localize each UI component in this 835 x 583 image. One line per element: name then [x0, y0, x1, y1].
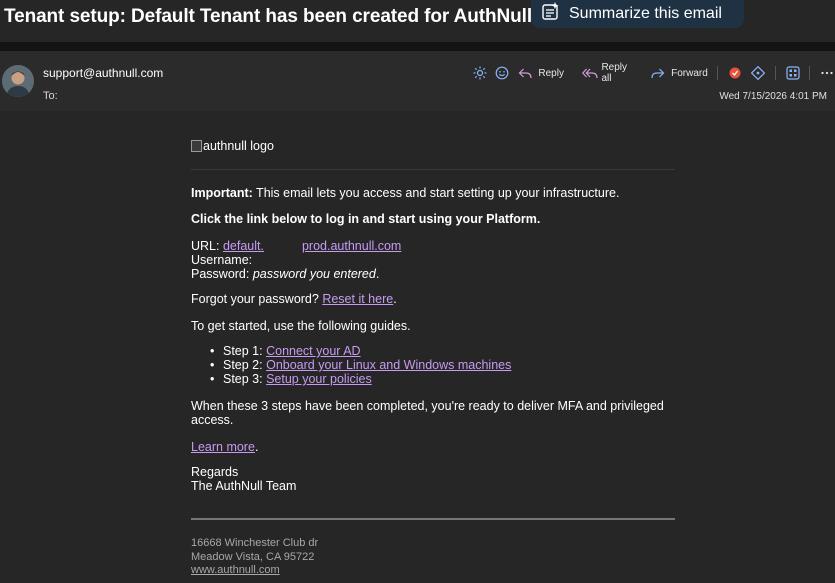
header-divider — [0, 42, 835, 51]
authnull-logo: authnull logo — [191, 139, 274, 153]
logo-alt-text: authnull logo — [203, 139, 274, 153]
website-link[interactable]: www.authnull.com — [191, 563, 280, 577]
message-body: authnull logo Important: This email lets… — [0, 111, 835, 583]
summarize-icon — [541, 2, 569, 26]
to-label: To: — [43, 90, 58, 102]
list-item: Step 3: Setup your policies — [210, 372, 511, 386]
reply-all-button[interactable]: Reply all — [601, 62, 638, 84]
forgot-password-line: Forgot your password? Reset it here. — [191, 292, 397, 306]
reset-password-link[interactable]: Reset it here — [322, 292, 393, 306]
sender-address[interactable]: support@authnull.com — [43, 66, 163, 80]
received-date: Wed 7/15/2026 4:01 PM — [719, 91, 827, 102]
toolbar-divider-2 — [774, 66, 776, 80]
team-signature: The AuthNull Team — [191, 479, 297, 493]
forward-button[interactable]: Forward — [671, 68, 708, 79]
reply-button[interactable]: Reply — [538, 68, 564, 79]
getting-started-text: To get started, use the following guides… — [191, 319, 411, 333]
apps-icon[interactable] — [785, 65, 801, 81]
tenant-url-link-domain[interactable]: prod.authnull.com — [302, 239, 401, 253]
broken-image-icon — [191, 140, 202, 152]
connect-ad-link[interactable]: Connect your AD — [266, 344, 361, 358]
completed-line-2: access. — [191, 413, 234, 427]
important-label: Important: — [191, 186, 253, 200]
reply-icon[interactable] — [517, 65, 533, 81]
more-options-icon[interactable] — [819, 65, 835, 81]
reply-all-icon[interactable] — [581, 65, 598, 81]
toolbar-divider — [716, 66, 718, 80]
summarize-email-button[interactable]: Summarize this email — [531, 0, 744, 28]
password-line: Password: password you entered. — [191, 267, 380, 281]
url-label: URL: — [191, 239, 223, 253]
summarize-label: Summarize this email — [569, 5, 722, 22]
address-line-2: Meadow Vista, CA 95722 — [191, 551, 315, 563]
important-text: This email lets you access and start set… — [252, 186, 620, 200]
url-line: URL: default. prod.authnull.com — [191, 239, 401, 253]
footer-divider — [191, 518, 675, 520]
learn-more-line: Learn more. — [191, 440, 259, 454]
emoji-icon[interactable] — [494, 65, 510, 81]
email-subject: Tenant setup: Default Tenant has been cr… — [4, 6, 533, 27]
click-instruction: Click the link below to log in and start… — [191, 212, 541, 226]
setup-policies-link[interactable]: Setup your policies — [266, 372, 372, 386]
password-value: password you entered — [252, 267, 376, 281]
username-line: Username: — [191, 253, 253, 267]
toolbar-divider-3 — [809, 66, 811, 80]
steps-list: Step 1: Connect your AD Step 2: Onboard … — [210, 344, 511, 386]
important-paragraph: Important: This email lets you access an… — [191, 186, 619, 200]
message-toolbar: Reply Reply all Forward — [472, 62, 835, 84]
onboard-machines-link[interactable]: Onboard your Linux and Windows machines — [266, 358, 511, 372]
addin-icon[interactable] — [727, 65, 743, 81]
address-line-1: 16668 Winchester Club dr — [191, 537, 319, 549]
forgot-text: Forgot your password? — [191, 292, 323, 306]
sender-avatar[interactable] — [2, 65, 34, 97]
message-header: support@authnull.com To: Reply Reply all… — [0, 51, 835, 111]
tenant-url-link[interactable]: default. — [223, 239, 264, 253]
completed-line-1: When these 3 steps have been completed, … — [191, 399, 664, 413]
tag-icon[interactable] — [750, 65, 766, 81]
list-item: Step 1: Connect your AD — [210, 344, 511, 358]
password-label: Password: — [191, 267, 253, 281]
subject-bar: Tenant setup: Default Tenant has been cr… — [0, 0, 835, 42]
regards-text: Regards — [191, 465, 239, 479]
learn-more-link[interactable]: Learn more — [191, 440, 255, 454]
logo-divider — [191, 169, 675, 170]
sun-icon[interactable] — [472, 65, 488, 81]
forward-icon[interactable] — [651, 65, 667, 81]
list-item: Step 2: Onboard your Linux and Windows m… — [210, 358, 511, 372]
